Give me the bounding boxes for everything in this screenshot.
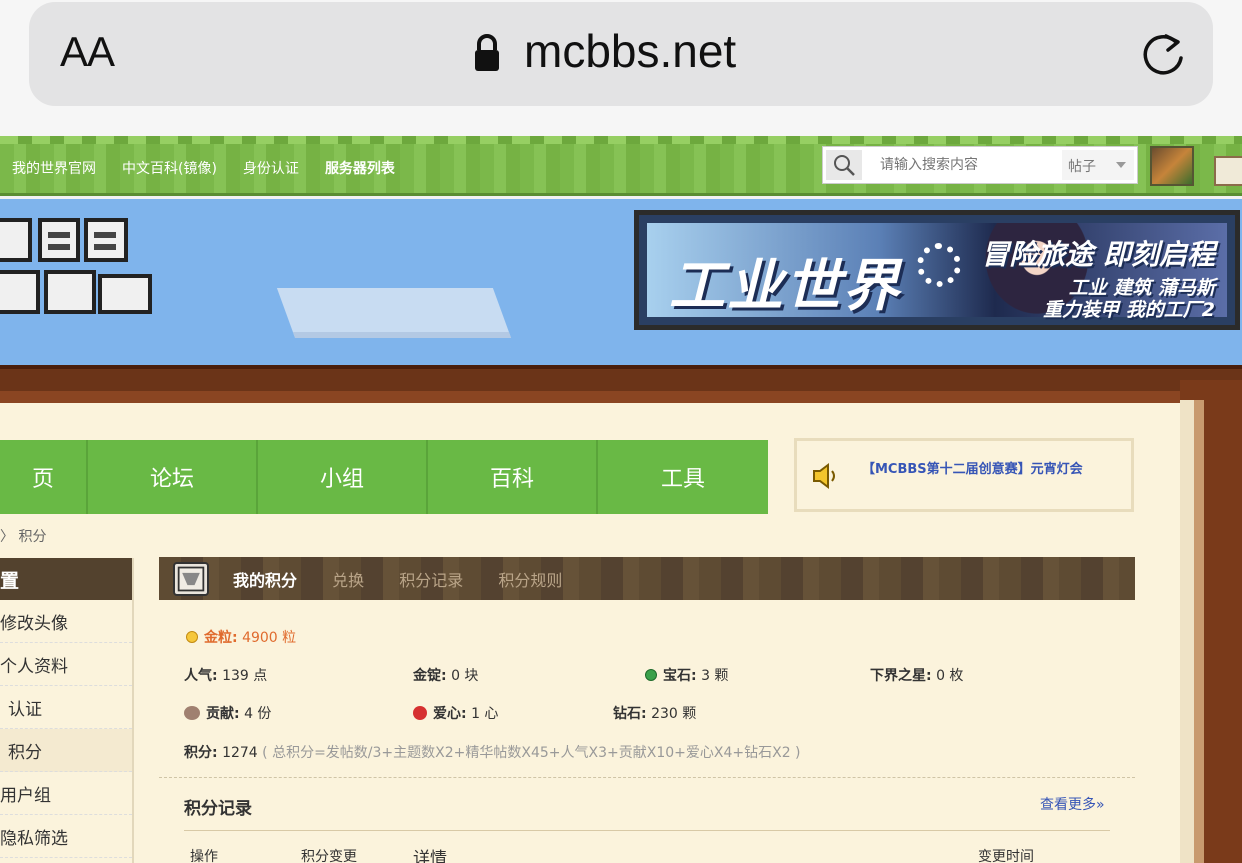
nav-home[interactable]: 页	[0, 440, 88, 514]
contribution-value: 4 份	[244, 706, 272, 722]
nether-star-label: 下界之星:	[870, 668, 932, 684]
emerald-icon	[645, 669, 657, 681]
badge-icon	[173, 561, 209, 596]
apple-icon	[413, 706, 427, 720]
reload-icon[interactable]	[1138, 28, 1188, 80]
nav-tools[interactable]: 工具	[598, 440, 768, 514]
ad-banner[interactable]: 工业世界 冒险旅途 即刻启程 工业 建筑 蒲马斯 重力装甲 我的工厂2	[634, 210, 1240, 330]
total-value: 1274	[222, 745, 258, 761]
sidebar-item-privacy[interactable]: 隐私筛选	[0, 815, 132, 858]
ingot-value: 0 块	[451, 668, 479, 684]
sidebar-item-verify[interactable]: 认证	[0, 686, 132, 729]
records-divider	[184, 830, 1110, 831]
banner-line-3: 重力装甲 我的工厂2	[1043, 299, 1215, 321]
search-type-select[interactable]: 帖子	[1062, 150, 1134, 180]
nether-star-value: 0 枚	[936, 668, 964, 684]
contribution-icon	[184, 706, 200, 720]
link-identity-verify[interactable]: 身份认证	[243, 158, 299, 178]
ingot-label: 金锭:	[413, 668, 447, 684]
column-header-detail: 详情	[413, 849, 447, 863]
announcement-link[interactable]: 【MCBBS第十二届创意赛】元宵灯会	[862, 458, 1083, 477]
breadcrumb-separator: 〉	[0, 529, 14, 545]
ingot-stat: 金锭: 0 块	[413, 665, 478, 685]
column-header-change: 积分变更	[301, 849, 357, 863]
search-icon[interactable]	[826, 150, 862, 180]
sidebar-heading: 置	[0, 558, 132, 600]
sidebar-item-profile[interactable]: 个人资料	[0, 643, 132, 686]
gem-label: 宝石:	[663, 668, 697, 684]
pixel-cloud	[276, 288, 512, 338]
banner-line-1: 冒险旅途 即刻启程	[981, 238, 1215, 271]
breadcrumb: 〉 积分	[0, 526, 46, 546]
text-size-button[interactable]: AA	[60, 28, 115, 76]
records-heading: 积分记录	[184, 799, 252, 819]
contribution-label: 贡献:	[206, 706, 240, 722]
cake-icon[interactable]	[1214, 156, 1242, 186]
url-domain[interactable]: mcbbs.net	[524, 24, 736, 78]
breadcrumb-current: 积分	[18, 529, 47, 545]
diamond-value: 230 颗	[651, 706, 697, 722]
gold-stat: 金粒: 4900 粒	[186, 627, 296, 647]
nav-wiki[interactable]: 百科	[428, 440, 598, 514]
gold-nugget-icon	[186, 631, 198, 643]
sidebar-item-usergroup[interactable]: 用户组	[0, 772, 132, 815]
search-type-label: 帖子	[1068, 159, 1096, 175]
speaker-icon	[813, 463, 835, 489]
board-frame-top	[0, 365, 1242, 403]
tab-my-credits[interactable]: 我的积分	[233, 571, 297, 590]
section-divider	[159, 777, 1135, 778]
gem-value: 3 颗	[701, 668, 729, 684]
popularity-value: 139 点	[222, 668, 268, 684]
nav-forum[interactable]: 论坛	[88, 440, 258, 514]
column-header-time: 变更时间	[978, 849, 1034, 863]
board-frame-right	[1180, 380, 1242, 863]
love-label: 爱心:	[433, 706, 467, 722]
popularity-stat: 人气: 139 点	[184, 665, 267, 685]
column-header-action: 操作	[190, 849, 218, 863]
tab-credit-log[interactable]: 积分记录	[399, 571, 463, 590]
popularity-label: 人气:	[184, 668, 218, 684]
view-more-link[interactable]: 查看更多»	[1040, 794, 1105, 814]
love-value: 1 心	[471, 706, 499, 722]
link-minecraft-official[interactable]: 我的世界官网	[12, 158, 96, 178]
total-formula: ( 总积分=发帖数/3+主题数X2+精华帖数X45+人气X3+贡献X10+爱心X…	[262, 745, 801, 761]
link-server-list[interactable]: 服务器列表	[325, 158, 395, 178]
tab-credit-rules[interactable]: 积分规则	[498, 571, 562, 590]
sidebar-item-avatar[interactable]: 修改头像	[0, 600, 132, 643]
tab-exchange[interactable]: 兑换	[332, 571, 364, 590]
gold-label: 金粒:	[204, 630, 238, 646]
banner-title: 工业世界	[669, 254, 901, 319]
link-wiki-mirror[interactable]: 中文百科(镜像)	[122, 158, 217, 178]
love-stat: 爱心: 1 心	[413, 703, 498, 723]
nav-groups[interactable]: 小组	[258, 440, 428, 514]
nether-star-stat: 下界之星: 0 枚	[870, 665, 963, 685]
total-credits: 积分: 1274 ( 总积分=发帖数/3+主题数X2+精华帖数X45+人气X3+…	[184, 742, 801, 762]
diamond-stat: 钻石: 230 颗	[613, 703, 696, 723]
main-nav: 页 论坛 小组 百科 工具	[0, 440, 768, 514]
gear-icon	[917, 243, 961, 287]
gem-stat: 宝石: 3 颗	[645, 665, 728, 685]
lock-icon	[475, 34, 499, 71]
chevron-down-icon	[1116, 162, 1126, 168]
search-input[interactable]	[868, 150, 1060, 180]
total-label: 积分:	[184, 745, 218, 761]
credits-tab-bar: 我的积分 兑换 积分记录 积分规则	[159, 557, 1135, 600]
contribution-stat: 贡献: 4 份	[184, 703, 271, 723]
sidebar-item-credits[interactable]: 积分	[0, 729, 132, 772]
settings-sidebar: 置 修改头像 个人资料 认证 积分 用户组 隐私筛选	[0, 558, 134, 863]
diamond-label: 钻石:	[613, 706, 647, 722]
avatar[interactable]	[1150, 146, 1194, 186]
gold-value: 4900 粒	[242, 630, 297, 646]
site-logo[interactable]	[0, 216, 152, 326]
